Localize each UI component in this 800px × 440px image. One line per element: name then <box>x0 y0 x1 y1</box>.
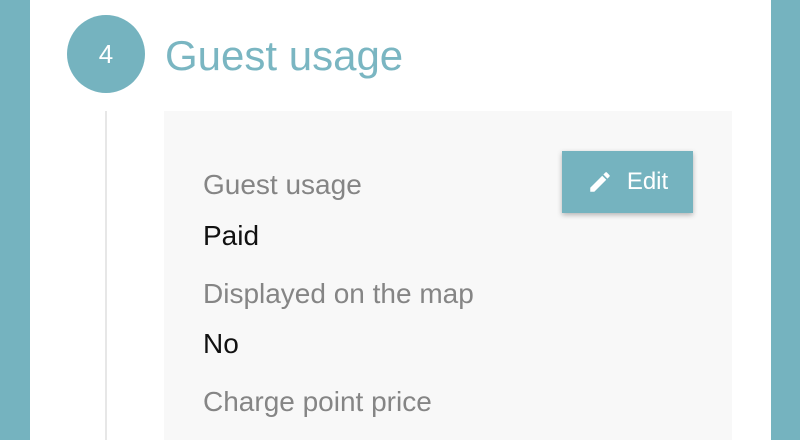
displayed-on-map-label: Displayed on the map <box>203 278 474 309</box>
charge-point-price-label: Charge point price <box>203 386 432 417</box>
pencil-icon <box>590 172 610 192</box>
edit-button[interactable]: Edit <box>562 151 693 213</box>
guest-usage-label: Guest usage <box>203 169 362 200</box>
section-title: Guest usage <box>165 32 404 79</box>
step-number-badge: 4 <box>67 15 145 93</box>
edit-button-label: Edit <box>626 168 669 195</box>
displayed-on-map-value: No <box>203 328 239 359</box>
guest-usage-value: Paid <box>203 220 260 251</box>
guest-usage-page: 4 Guest usage Edit Guest usage Paid Disp… <box>0 0 800 440</box>
timeline-line <box>105 111 107 440</box>
